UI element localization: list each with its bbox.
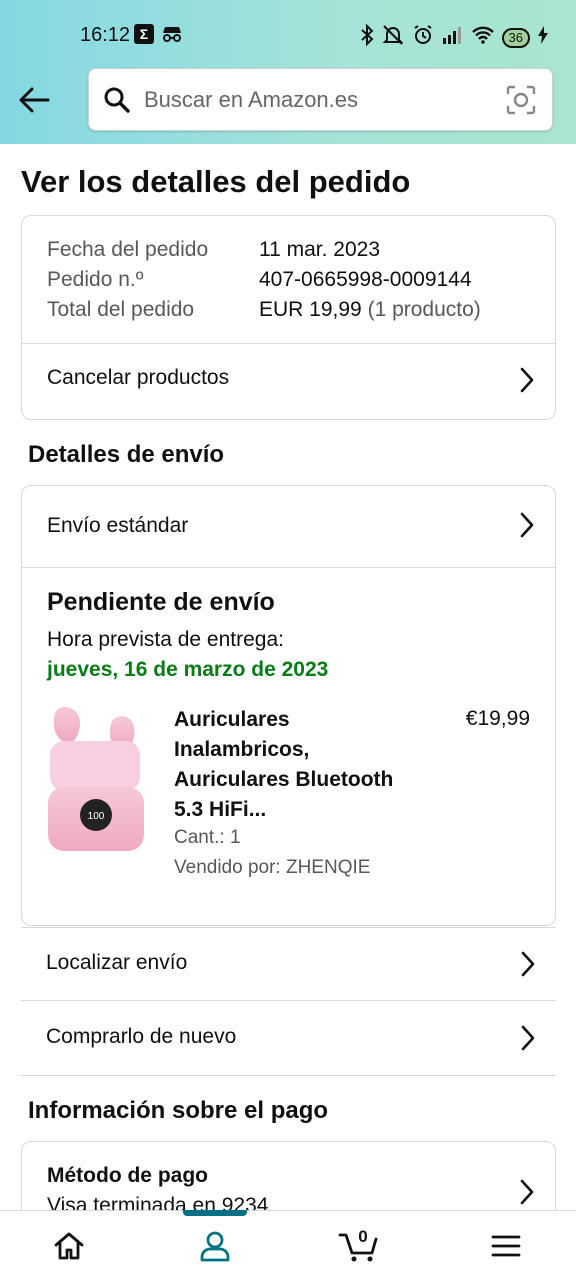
track-package-label: Localizar envío — [46, 951, 188, 974]
order-date-value: 11 mar. 2023 — [259, 238, 381, 261]
back-button[interactable] — [14, 82, 54, 118]
chevron-right-icon — [520, 1024, 536, 1057]
chevron-right-icon — [519, 366, 535, 399]
search-input[interactable] — [144, 69, 494, 130]
incognito-icon — [160, 24, 184, 49]
chevron-right-icon — [519, 1178, 535, 1211]
product-image[interactable]: 100 — [44, 701, 150, 856]
product-seller: Vendido por: ZHENQIE — [174, 857, 371, 878]
payment-section-title: Información sobre el pago — [28, 1097, 329, 1124]
notification-icon: Σ — [134, 24, 154, 44]
nav-menu-button[interactable] — [466, 1211, 546, 1280]
shipping-section-title: Detalles de envío — [28, 441, 225, 468]
status-time: 16:12 — [80, 24, 131, 46]
shipping-method-row[interactable]: Envío estándar — [22, 486, 555, 567]
svg-text:100: 100 — [88, 811, 105, 822]
cancel-products-row[interactable]: Cancelar productos — [22, 344, 555, 420]
chevron-right-icon — [519, 511, 535, 544]
battery-icon: 36 — [501, 27, 530, 48]
shipping-card: Envío estándar Pendiente de envío Hora p… — [21, 485, 556, 926]
home-icon — [54, 1232, 84, 1260]
divider — [22, 567, 555, 568]
cart-count: 0 — [358, 1227, 368, 1246]
search-bar[interactable] — [88, 68, 553, 131]
bottom-navigation: 0 — [0, 1210, 576, 1280]
status-bar: 16:12 Σ 36 — [0, 0, 576, 70]
eta-date: jueves, 16 de marzo de 2023 — [47, 658, 329, 681]
bluetooth-icon — [360, 23, 374, 51]
charging-icon — [538, 26, 548, 49]
product-price: €19,99 — [465, 707, 530, 730]
wifi-icon — [471, 26, 494, 49]
cancel-products-label: Cancelar productos — [47, 366, 230, 389]
shipping-method-label: Envío estándar — [47, 514, 189, 537]
order-date-label: Fecha del pedido — [47, 238, 209, 261]
buy-again-row[interactable]: Comprarlo de nuevo — [21, 1002, 556, 1076]
signal-icon — [442, 26, 464, 49]
camera-search-icon[interactable] — [506, 85, 536, 120]
order-number-label: Pedido n.º — [47, 268, 144, 291]
nav-account-button[interactable] — [175, 1211, 255, 1280]
track-package-row[interactable]: Localizar envío — [21, 927, 556, 1001]
arrow-left-icon — [19, 87, 50, 113]
app-header: 16:12 Σ 36 — [0, 0, 576, 144]
eta-label: Hora prevista de entrega: — [47, 628, 284, 651]
order-summary-card: Fecha del pedido 11 mar. 2023 Pedido n.º… — [21, 215, 556, 420]
order-total-label: Total del pedido — [47, 298, 195, 321]
chevron-right-icon — [520, 950, 536, 983]
nav-home-button[interactable] — [29, 1211, 109, 1280]
search-icon[interactable] — [103, 86, 131, 119]
mute-icon — [382, 24, 404, 51]
hamburger-menu-icon — [491, 1235, 521, 1257]
shipment-status: Pendiente de envío — [47, 588, 275, 616]
product-quantity: Cant.: 1 — [174, 827, 241, 848]
page-title: Ver los detalles del pedido — [21, 164, 411, 199]
buy-again-label: Comprarlo de nuevo — [46, 1025, 237, 1048]
order-number-value: 407-0665998-0009144 — [259, 268, 472, 291]
payment-method-title: Método de pago — [47, 1164, 208, 1187]
user-icon — [200, 1231, 230, 1262]
order-total-value: EUR 19,99 — [259, 298, 362, 321]
alarm-icon — [412, 24, 434, 51]
product-title-link[interactable]: Auriculares Inalambricos, Auriculares Bl… — [174, 705, 414, 825]
order-total-items: (1 producto) — [367, 298, 481, 321]
nav-cart-button[interactable]: 0 — [320, 1211, 400, 1280]
